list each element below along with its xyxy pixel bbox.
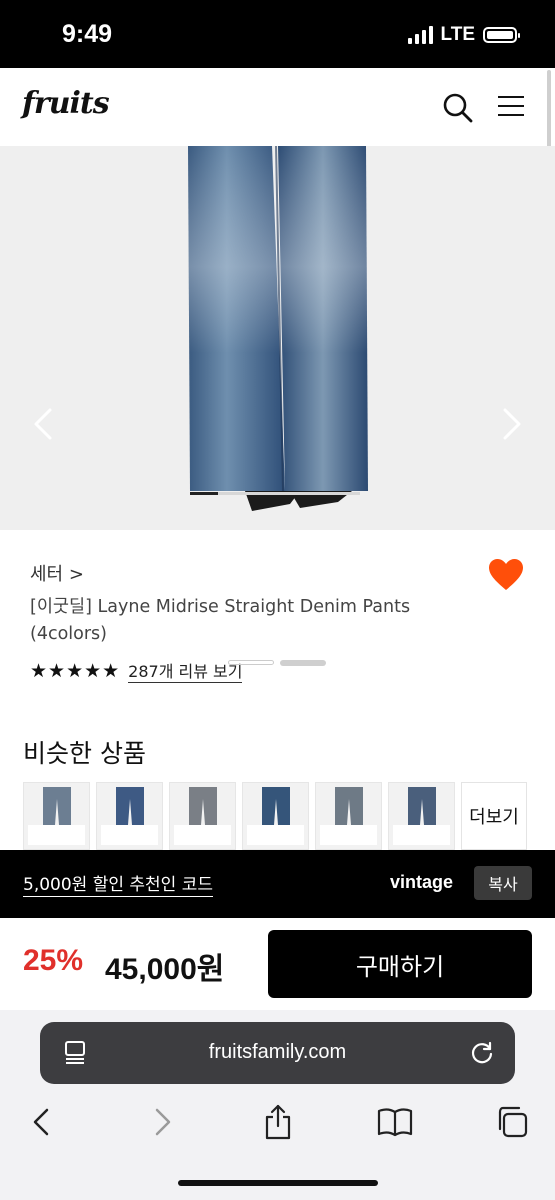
search-icon bbox=[443, 93, 473, 123]
hamburger-icon-line bbox=[498, 96, 524, 98]
similar-product-card[interactable] bbox=[96, 782, 163, 850]
browser-toolbar bbox=[0, 1098, 555, 1148]
chevron-left-icon bbox=[33, 1108, 49, 1136]
referral-banner: 5,000원 할인 추천인 코드 vintage 복사 bbox=[0, 850, 555, 918]
carousel-progress bbox=[190, 492, 360, 495]
chevron-right-icon: > bbox=[68, 564, 84, 585]
product-title: [이굿딜] Layne Midrise Straight Denim Pants… bbox=[30, 594, 450, 648]
tabs-icon bbox=[498, 1106, 528, 1138]
discount-rate: 25% bbox=[23, 944, 84, 977]
similar-product-card[interactable] bbox=[315, 782, 382, 850]
rating-row: ★★★★★ 287개 리뷰 보기 bbox=[30, 658, 243, 683]
tooltip-placeholder bbox=[228, 660, 274, 665]
buy-button[interactable]: 구매하기 bbox=[268, 930, 532, 998]
copy-button[interactable]: 복사 bbox=[474, 866, 532, 900]
signal-icon bbox=[407, 26, 433, 44]
purchase-bar: 25% 45,000원 구매하기 bbox=[0, 918, 555, 1011]
browser-chrome: fruitsfamily.com bbox=[0, 1010, 555, 1200]
book-icon bbox=[377, 1108, 413, 1137]
back-button[interactable] bbox=[22, 1102, 62, 1142]
status-bar: 9:49 LTE bbox=[0, 0, 555, 68]
chevron-right-icon bbox=[155, 1108, 171, 1136]
forward-button[interactable] bbox=[142, 1102, 182, 1142]
menu-button[interactable] bbox=[498, 96, 524, 118]
similar-product-card[interactable] bbox=[23, 782, 90, 850]
similar-product-card[interactable] bbox=[169, 782, 236, 850]
product-image bbox=[0, 146, 555, 530]
like-button[interactable] bbox=[488, 558, 524, 592]
status-time: 9:49 bbox=[62, 20, 113, 48]
share-icon bbox=[265, 1104, 291, 1140]
more-similar-button[interactable]: 더보기 bbox=[461, 782, 527, 850]
product-info: 세터 > [이굿딜] Layne Midrise Straight Denim … bbox=[0, 530, 555, 710]
brand-name: 세터 bbox=[30, 564, 64, 585]
loading-placeholder bbox=[280, 660, 326, 666]
reload-icon[interactable] bbox=[469, 1040, 495, 1066]
similar-product-card[interactable] bbox=[388, 782, 455, 850]
address-bar[interactable]: fruitsfamily.com bbox=[40, 1022, 515, 1084]
rating-stars: ★★★★★ bbox=[30, 659, 121, 682]
bookmarks-button[interactable] bbox=[375, 1102, 415, 1142]
next-image-button[interactable] bbox=[497, 404, 527, 444]
product-image-carousel[interactable] bbox=[0, 146, 555, 530]
heart-icon bbox=[489, 559, 523, 590]
jeans-thumbnail bbox=[42, 787, 71, 825]
product-title-line2: (4colors) bbox=[30, 624, 107, 644]
review-link[interactable]: 287개 리뷰 보기 bbox=[128, 658, 243, 683]
jeans-thumbnail bbox=[407, 787, 436, 825]
jeans-thumbnail bbox=[334, 787, 363, 825]
jeans-thumbnail bbox=[261, 787, 290, 825]
referral-text[interactable]: 5,000원 할인 추천인 코드 bbox=[23, 870, 213, 897]
similar-products-title: 비슷한 상품 bbox=[23, 739, 146, 768]
search-button[interactable] bbox=[442, 92, 474, 124]
referral-code: vintage bbox=[390, 872, 454, 892]
chevron-right-icon bbox=[503, 408, 521, 440]
similar-product-card[interactable] bbox=[242, 782, 309, 850]
status-icons: LTE bbox=[407, 24, 520, 46]
home-indicator[interactable] bbox=[178, 1180, 378, 1186]
network-label: LTE bbox=[440, 24, 475, 45]
brand-link[interactable]: 세터 > bbox=[30, 560, 84, 586]
chevron-left-icon bbox=[34, 408, 52, 440]
site-header: fruits bbox=[0, 68, 555, 147]
prev-image-button[interactable] bbox=[28, 404, 58, 444]
battery-icon bbox=[483, 27, 520, 43]
jeans-thumbnail bbox=[188, 787, 217, 825]
price: 45,000원 bbox=[105, 953, 225, 986]
fruits-logo[interactable]: fruits bbox=[22, 86, 110, 121]
tabs-button[interactable] bbox=[492, 1102, 532, 1142]
url-text: fruitsfamily.com bbox=[208, 1041, 347, 1063]
similar-products-list: 더보기 bbox=[23, 782, 555, 850]
product-title-line1: [이굿딜] Layne Midrise Straight Denim Pants bbox=[30, 597, 411, 617]
share-button[interactable] bbox=[258, 1102, 298, 1142]
jeans-thumbnail bbox=[115, 787, 144, 825]
